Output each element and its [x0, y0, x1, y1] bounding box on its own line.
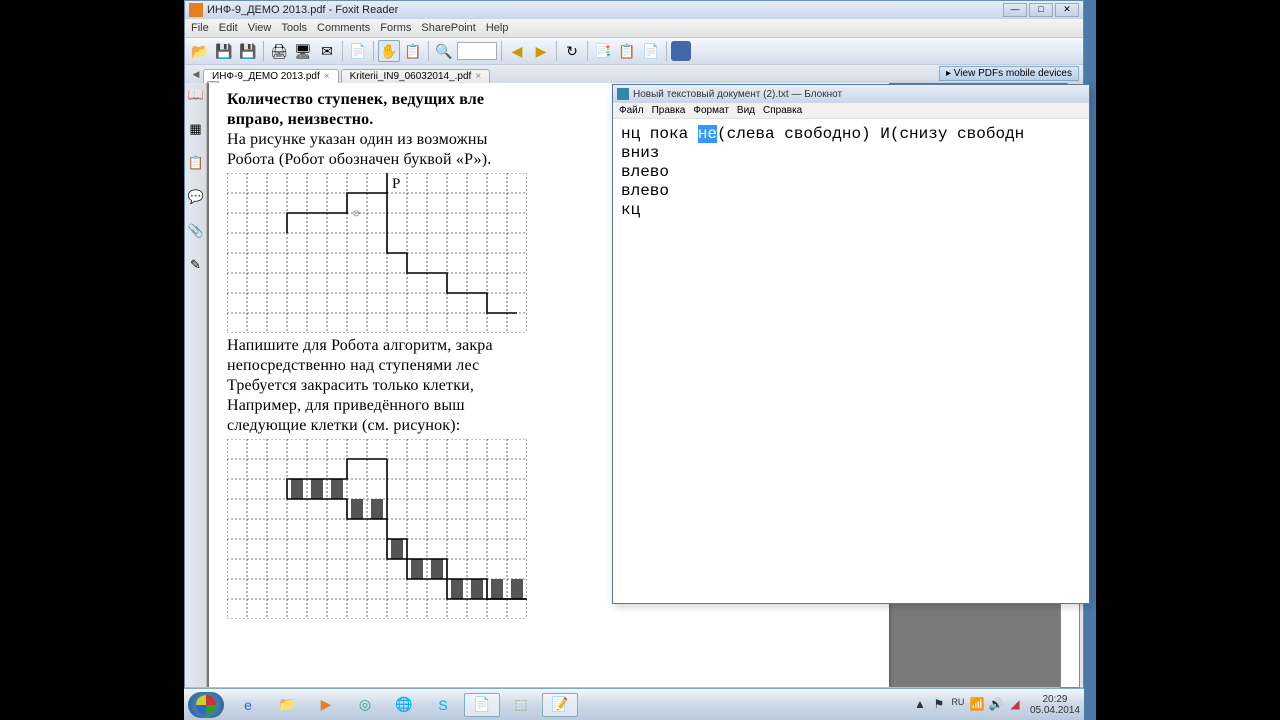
notepad-app-icon — [617, 88, 629, 100]
notepad-titlebar[interactable]: Новый текстовый документ (2).txt — Блокн… — [613, 85, 1089, 103]
task-explorer-icon[interactable]: 📁 — [269, 693, 305, 717]
start-button[interactable] — [188, 692, 224, 718]
foxit-toolbar: 📂 💾 💾 🖨 🖥 ✉ 📄 ✋ 📋 🔍 ◀ ▶ ↻ 📑 📋 📄 — [185, 37, 1083, 65]
rotate-icon[interactable]: ↻ — [561, 40, 583, 62]
tab-document-1[interactable]: ИНФ-9_ДЕМО 2013.pdf× — [203, 69, 339, 83]
notepad-title: Новый текстовый документ (2).txt — Блокн… — [633, 89, 1085, 100]
foxit-sidebar: 📖 ▦ 📋 💬 📎 ✎ — [185, 83, 207, 687]
menu-view[interactable]: View — [248, 22, 272, 34]
foxit-titlebar[interactable]: ИНФ-9_ДЕМО 2013.pdf - Foxit Reader — □ ✕ — [185, 1, 1083, 19]
task-skype-icon[interactable]: S — [425, 693, 461, 717]
print-icon[interactable]: 🖨 — [268, 40, 290, 62]
email-icon[interactable]: ✉ — [316, 40, 338, 62]
menu-forms[interactable]: Forms — [380, 22, 411, 34]
np-menu-file[interactable]: Файл — [619, 105, 644, 116]
taskbar: e 📁 ▶ ◎ 🌐 S 📄 ⬚ 📝 ▲ ⚑ RU 📶 🔊 ◢ 20:29 05.… — [184, 688, 1084, 720]
robot-marker: Р — [392, 176, 400, 192]
save-all-icon[interactable]: 💾 — [237, 40, 259, 62]
foxit-menubar: File Edit View Tools Comments Forms Shar… — [185, 19, 1083, 37]
tray-clock[interactable]: 20:29 05.04.2014 — [1030, 694, 1080, 716]
select-text-icon[interactable]: 📋 — [402, 40, 424, 62]
minimize-button[interactable]: — — [1003, 3, 1027, 17]
find-input[interactable] — [457, 42, 497, 60]
tab-document-2[interactable]: Kriterii_IN9_06032014_.pdf× — [341, 69, 491, 83]
pages-icon[interactable]: ▦ — [188, 121, 204, 137]
svg-text:⟳: ⟳ — [353, 209, 362, 220]
bookmarks-icon[interactable]: 📖 — [188, 87, 204, 103]
promo-button[interactable]: ▸ View PDFs mobile devices — [939, 66, 1079, 81]
np-menu-view[interactable]: Вид — [737, 105, 755, 116]
maximize-button[interactable]: □ — [1029, 3, 1053, 17]
open-icon[interactable]: 📂 — [189, 40, 211, 62]
menu-tools[interactable]: Tools — [281, 22, 307, 34]
find-icon[interactable]: 🔍 — [433, 40, 455, 62]
tool-3-icon[interactable]: 📄 — [640, 40, 662, 62]
notepad-window: Новый текстовый документ (2).txt — Блокн… — [612, 84, 1090, 604]
tray-flag-icon[interactable]: ⚑ — [931, 697, 947, 713]
task-ie-icon[interactable]: e — [230, 693, 266, 717]
menu-edit[interactable]: Edit — [219, 22, 238, 34]
tray-sound-icon[interactable]: 🔊 — [988, 697, 1004, 713]
attachments-icon[interactable]: 📎 — [188, 223, 204, 239]
tool-1-icon[interactable]: 📑 — [592, 40, 614, 62]
tray-up-icon[interactable]: ▲ — [912, 697, 928, 713]
tab-close-icon[interactable]: × — [475, 71, 481, 82]
task-media-icon[interactable]: ▶ — [308, 693, 344, 717]
save-icon[interactable]: 💾 — [213, 40, 235, 62]
close-button[interactable]: ✕ — [1055, 3, 1079, 17]
task-program-icon[interactable]: ⬚ — [503, 693, 539, 717]
np-menu-help[interactable]: Справка — [763, 105, 802, 116]
prev-page-icon[interactable]: ◀ — [506, 40, 528, 62]
task-notepad-icon[interactable]: 📝 — [542, 693, 578, 717]
comments-icon[interactable]: 💬 — [188, 189, 204, 205]
layers-icon[interactable]: 📋 — [188, 155, 204, 171]
np-menu-format[interactable]: Формат — [693, 105, 729, 116]
foxit-tabs-bar: ◀ ИНФ-9_ДЕМО 2013.pdf× Kriterii_IN9_0603… — [185, 65, 1083, 83]
task-chrome-icon[interactable]: 🌐 — [386, 693, 422, 717]
signatures-icon[interactable]: ✎ — [188, 257, 204, 273]
menu-help[interactable]: Help — [486, 22, 509, 34]
tray-lang-icon[interactable]: RU — [950, 697, 966, 713]
connected-icon[interactable] — [671, 41, 691, 61]
notepad-menubar: Файл Правка Формат Вид Справка — [613, 103, 1089, 119]
menu-file[interactable]: File — [191, 22, 209, 34]
menu-sharepoint[interactable]: SharePoint — [421, 22, 475, 34]
menu-comments[interactable]: Comments — [317, 22, 370, 34]
tab-prev-icon[interactable]: ◀ — [189, 69, 203, 83]
task-aimp-icon[interactable]: ◎ — [347, 693, 383, 717]
doc-icon[interactable]: 📄 — [347, 40, 369, 62]
notepad-text-area[interactable]: нц пока не(слева свободно) И(снизу свобо… — [613, 119, 1089, 226]
tool-2-icon[interactable]: 📋 — [616, 40, 638, 62]
np-menu-edit[interactable]: Правка — [652, 105, 686, 116]
foxit-app-icon — [189, 3, 203, 17]
task-foxit-icon[interactable]: 📄 — [464, 693, 500, 717]
tray-av-icon[interactable]: ◢ — [1007, 697, 1023, 713]
tray-network-icon[interactable]: 📶 — [969, 697, 985, 713]
tab-close-icon[interactable]: × — [324, 71, 330, 82]
monitor-icon[interactable]: 🖥 — [292, 40, 314, 62]
foxit-title: ИНФ-9_ДЕМО 2013.pdf - Foxit Reader — [207, 4, 1003, 16]
hand-tool-icon[interactable]: ✋ — [378, 40, 400, 62]
next-page-icon[interactable]: ▶ — [530, 40, 552, 62]
windows-icon — [196, 695, 216, 715]
system-tray: ▲ ⚑ RU 📶 🔊 ◢ 20:29 05.04.2014 — [912, 694, 1080, 716]
